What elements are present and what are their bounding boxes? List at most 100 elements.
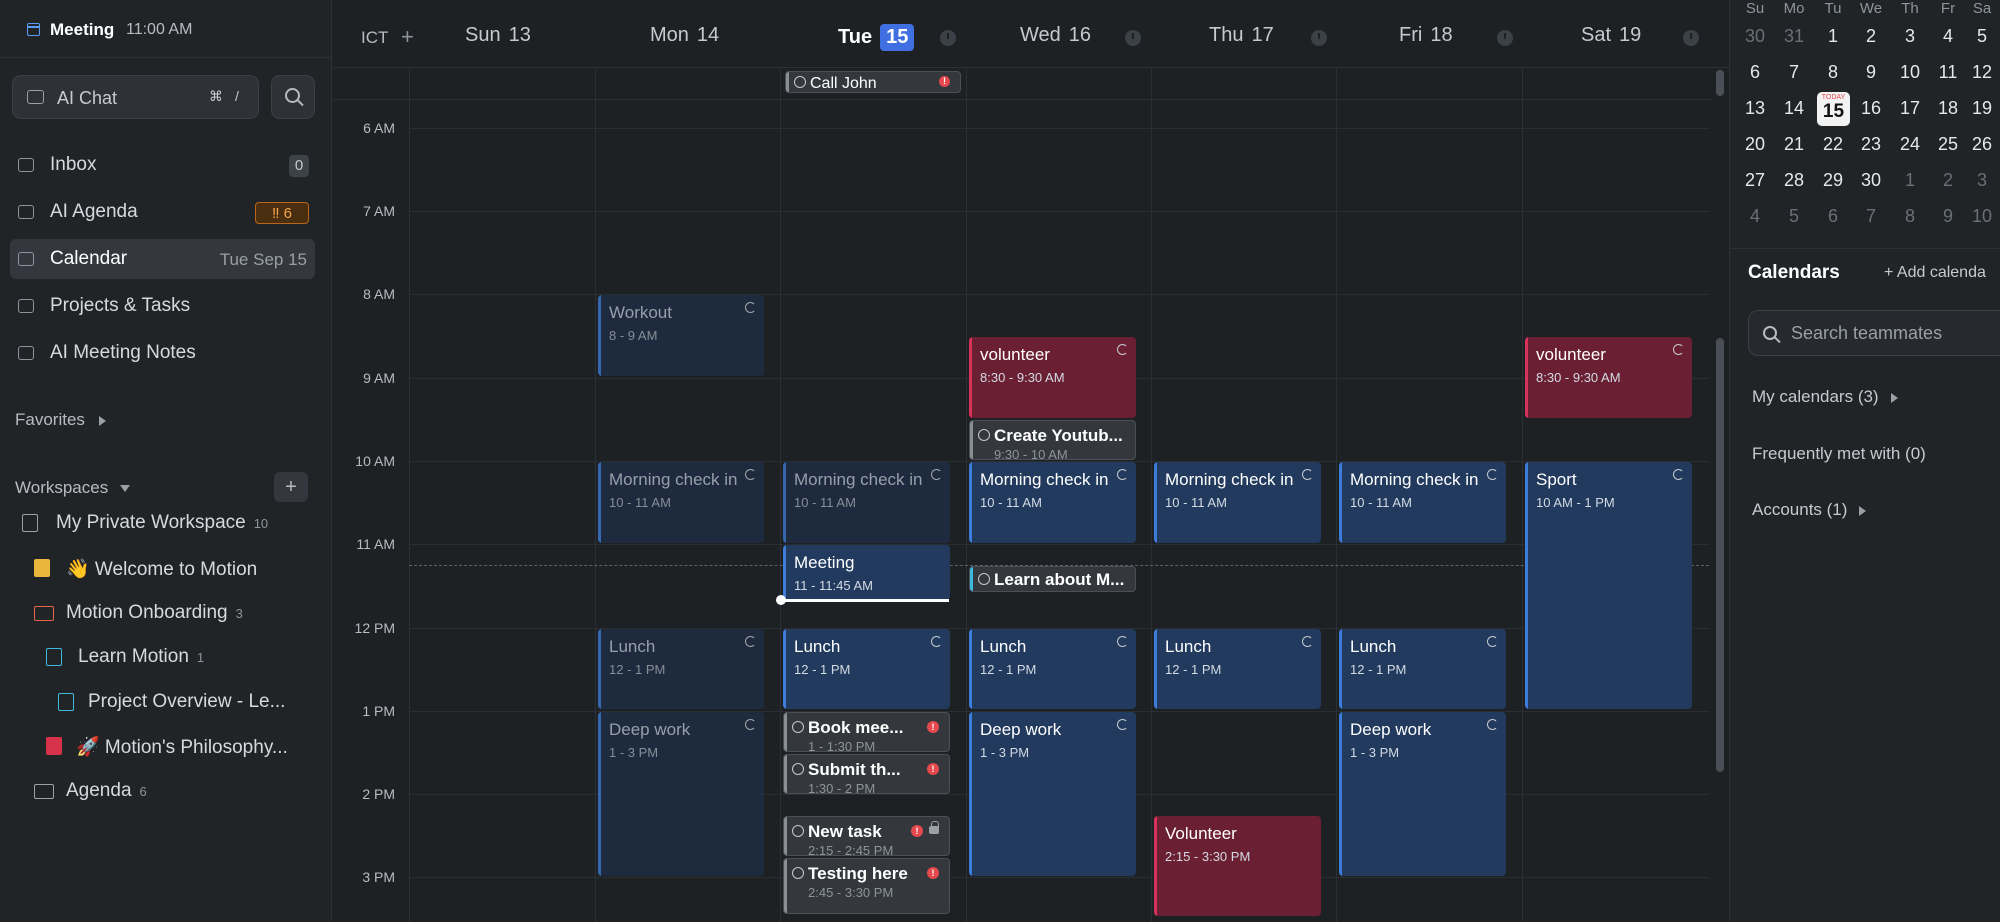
mini-day[interactable]: 9 [1929, 206, 1967, 227]
current-event-bar[interactable]: Meeting 11:00 AM [0, 0, 332, 58]
event-lunch[interactable]: Lunch 12 - 1 PM [969, 629, 1136, 709]
event-morning-check-in[interactable]: Morning check in 10 - 11 AM [783, 462, 950, 543]
event-workout[interactable]: Workout 8 - 9 AM [598, 295, 764, 376]
search-teammates-input[interactable]: Search teammates [1748, 310, 2000, 356]
task-circle-icon[interactable] [792, 763, 804, 775]
task-learn-about-motion[interactable]: Learn about M... [969, 566, 1136, 592]
add-timezone-icon[interactable]: + [401, 24, 414, 50]
event-lunch[interactable]: Lunch 12 - 1 PM [1154, 629, 1321, 709]
mini-day-today[interactable]: TODAY 15 [1817, 92, 1850, 126]
event-volunteer[interactable]: volunteer 8:30 - 9:30 AM [969, 337, 1136, 418]
day-header-tue[interactable]: Tue 15 [838, 24, 915, 51]
task-book-meeting[interactable]: Book mee... 1 - 1:30 PM ! [783, 712, 950, 752]
mini-day[interactable]: 11 [1929, 62, 1967, 83]
accounts-toggle[interactable]: Accounts (1) [1752, 500, 1867, 520]
event-deep-work[interactable]: Deep work 1 - 3 PM [1339, 712, 1506, 876]
task-testing-here[interactable]: Testing here 2:45 - 3:30 PM ! [783, 858, 950, 914]
day-header-thu[interactable]: Thu 17 [1209, 24, 1274, 47]
mini-day[interactable]: 25 [1929, 134, 1967, 155]
mini-day[interactable]: 29 [1814, 170, 1852, 191]
mini-day[interactable]: 28 [1775, 170, 1813, 191]
allday-task-call-john[interactable]: Call John ! [785, 71, 961, 93]
workspaces-section[interactable]: Workspaces [15, 478, 131, 498]
mini-day[interactable]: 1 [1891, 170, 1929, 191]
my-calendars-toggle[interactable]: My calendars (3) [1752, 387, 1898, 407]
mini-day[interactable]: 8 [1891, 206, 1929, 227]
nav-item-calendar[interactable]: Calendar Tue Sep 15 [10, 239, 315, 279]
mini-day[interactable]: 1 [1814, 26, 1852, 47]
task-submit[interactable]: Submit th... 1:30 - 2 PM ! [783, 754, 950, 794]
calendar-scrollbar[interactable] [1714, 70, 1725, 772]
mini-day[interactable]: 5 [1775, 206, 1813, 227]
clock-icon[interactable] [1683, 30, 1699, 46]
event-morning-check-in[interactable]: Morning check in 10 - 11 AM [969, 462, 1136, 543]
mini-day[interactable]: 4 [1736, 206, 1774, 227]
mini-day[interactable]: 4 [1929, 26, 1967, 47]
mini-day[interactable]: 7 [1775, 62, 1813, 83]
mini-day[interactable]: 20 [1736, 134, 1774, 155]
scrollbar-thumb[interactable] [1716, 338, 1724, 772]
mini-day[interactable]: 30 [1736, 26, 1774, 47]
nav-item-ai-meeting-notes[interactable]: AI Meeting Notes [10, 333, 315, 373]
mini-day[interactable]: 3 [1963, 170, 2000, 191]
day-header-mon[interactable]: Mon 14 [650, 24, 719, 47]
mini-day[interactable]: 30 [1852, 170, 1890, 191]
task-circle-icon[interactable] [978, 429, 990, 441]
mini-day[interactable]: 2 [1852, 26, 1890, 47]
mini-day[interactable]: 24 [1891, 134, 1929, 155]
clock-icon[interactable] [940, 30, 956, 46]
mini-day[interactable]: 6 [1736, 62, 1774, 83]
mini-day[interactable]: 13 [1736, 98, 1774, 119]
mini-day[interactable]: 27 [1736, 170, 1774, 191]
clock-icon[interactable] [1497, 30, 1513, 46]
event-meeting[interactable]: Meeting 11 - 11:45 AM [783, 545, 950, 600]
mini-day[interactable]: 5 [1963, 26, 2000, 47]
ai-chat-button[interactable]: AI Chat ⌘ / [12, 75, 259, 119]
clock-icon[interactable] [1125, 30, 1141, 46]
task-circle-icon[interactable] [978, 573, 990, 585]
mini-day[interactable]: 10 [1963, 206, 2000, 227]
event-sport[interactable]: Sport 10 AM - 1 PM [1525, 462, 1692, 709]
add-workspace-button[interactable]: + [274, 472, 308, 502]
mini-day[interactable]: 2 [1929, 170, 1967, 191]
event-lunch[interactable]: Lunch 12 - 1 PM [783, 629, 950, 709]
mini-day[interactable]: 22 [1814, 134, 1852, 155]
mini-day[interactable]: 23 [1852, 134, 1890, 155]
frequently-met-toggle[interactable]: Frequently met with (0) [1752, 444, 1926, 464]
event-morning-check-in[interactable]: Morning check in 10 - 11 AM [1339, 462, 1506, 543]
timezone-label[interactable]: ICT [361, 28, 388, 48]
mini-day[interactable]: 14 [1775, 98, 1813, 119]
mini-day[interactable]: 21 [1775, 134, 1813, 155]
mini-day[interactable]: 7 [1852, 206, 1890, 227]
favorites-section[interactable]: Favorites [15, 410, 106, 430]
event-volunteer[interactable]: Volunteer 2:15 - 3:30 PM [1154, 816, 1321, 916]
event-volunteer[interactable]: volunteer 8:30 - 9:30 AM [1525, 337, 1692, 418]
event-deep-work[interactable]: Deep work 1 - 3 PM [598, 712, 764, 876]
mini-day[interactable]: 19 [1963, 98, 2000, 119]
day-header-sun[interactable]: Sun 13 [465, 24, 531, 47]
nav-item-ai-agenda[interactable]: AI Agenda ‼ 6 [10, 192, 315, 232]
mini-day[interactable]: 10 [1891, 62, 1929, 83]
nav-item-inbox[interactable]: Inbox 0 [10, 145, 315, 185]
mini-day[interactable]: 31 [1775, 26, 1813, 47]
mini-day[interactable]: 17 [1891, 98, 1929, 119]
mini-day[interactable]: 26 [1963, 134, 2000, 155]
add-calendar-button[interactable]: + Add calenda [1884, 264, 1986, 282]
mini-day[interactable]: 9 [1852, 62, 1890, 83]
nav-item-projects-tasks[interactable]: Projects & Tasks [10, 286, 315, 326]
day-header-wed[interactable]: Wed 16 [1020, 24, 1091, 47]
event-lunch[interactable]: Lunch 12 - 1 PM [1339, 629, 1506, 709]
mini-day[interactable]: 3 [1891, 26, 1929, 47]
search-button[interactable] [271, 75, 315, 119]
scrollbar-thumb-top[interactable] [1716, 70, 1724, 96]
event-morning-check-in[interactable]: Morning check in 10 - 11 AM [1154, 462, 1321, 543]
event-morning-check-in[interactable]: Morning check in 10 - 11 AM [598, 462, 764, 543]
day-header-sat[interactable]: Sat 19 [1581, 24, 1641, 47]
event-deep-work[interactable]: Deep work 1 - 3 PM [969, 712, 1136, 876]
task-new-task[interactable]: New task 2:15 - 2:45 PM ! [783, 816, 950, 856]
task-circle-icon[interactable] [792, 867, 804, 879]
clock-icon[interactable] [1311, 30, 1327, 46]
mini-day[interactable]: 8 [1814, 62, 1852, 83]
mini-day[interactable]: 12 [1963, 62, 2000, 83]
task-circle-icon[interactable] [792, 721, 804, 733]
